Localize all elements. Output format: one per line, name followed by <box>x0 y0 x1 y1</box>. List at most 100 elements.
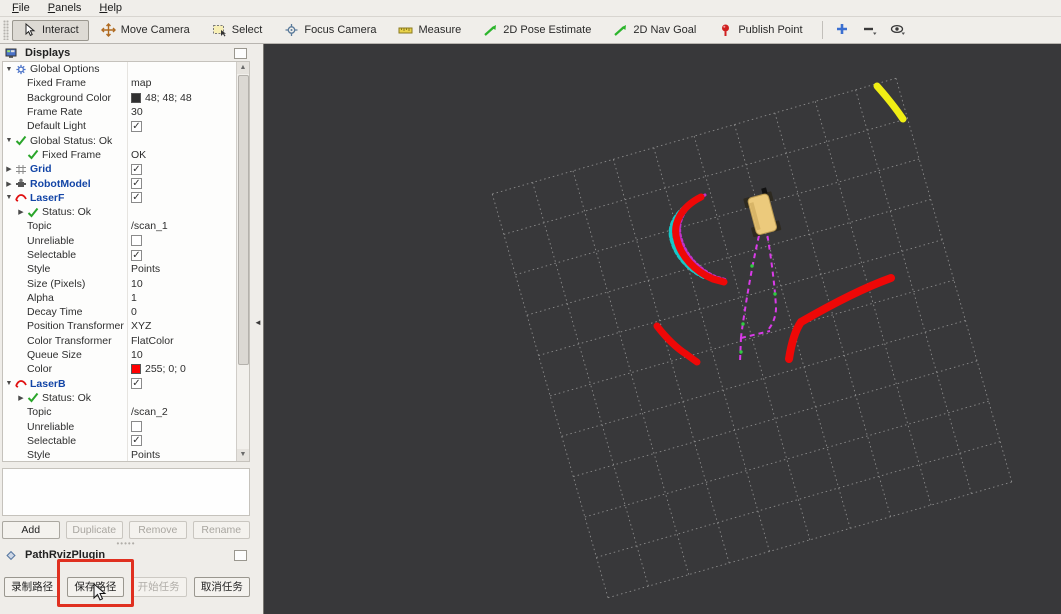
property-value-cell[interactable]: ✓ <box>127 378 249 390</box>
property-value-cell[interactable]: ✓ <box>127 163 249 175</box>
property-value-cell[interactable]: ✓ <box>127 192 249 204</box>
checkbox-unchecked[interactable] <box>131 421 142 433</box>
tree-row[interactable]: Style Points <box>3 448 249 461</box>
tree-row[interactable]: Queue Size 10 <box>3 348 249 362</box>
tree-row[interactable]: Default Light ✓ <box>3 119 249 133</box>
property-value-cell[interactable]: ✓ <box>127 178 249 190</box>
tree-row[interactable]: Color Transformer FlatColor <box>3 334 249 348</box>
tree-row[interactable]: Size (Pixels) 10 <box>3 276 249 290</box>
tree-row[interactable]: Selectable ✓ <box>3 434 249 448</box>
checkbox-checked[interactable]: ✓ <box>131 178 142 190</box>
checkbox-unchecked[interactable] <box>131 235 142 247</box>
expander-closed-icon[interactable]: ▶ <box>3 165 15 173</box>
expander-open-icon[interactable]: ▼ <box>3 380 15 387</box>
toolbar-drag-handle[interactable] <box>3 20 9 40</box>
3d-viewport[interactable] <box>264 44 1061 614</box>
property-value-cell[interactable]: Points <box>127 449 249 461</box>
checkbox-checked[interactable]: ✓ <box>131 249 142 261</box>
tool-button-move-camera[interactable]: Move Camera <box>91 20 200 41</box>
property-value-cell[interactable]: XYZ <box>127 320 249 332</box>
tree-row[interactable]: ▶ Status: Ok <box>3 205 249 219</box>
tree-row[interactable]: ▼ LaserF ✓ <box>3 191 249 205</box>
tree-row[interactable]: ▼ Global Status: Ok <box>3 133 249 147</box>
checkbox-checked[interactable]: ✓ <box>131 163 142 175</box>
tree-row[interactable]: ▼ LaserB ✓ <box>3 377 249 391</box>
tree-scrollbar[interactable]: ▲ ▼ <box>236 62 249 461</box>
panel-float-button[interactable] <box>234 47 247 59</box>
expander-open-icon[interactable]: ▼ <box>3 194 15 201</box>
scrollbar-up-arrow[interactable]: ▲ <box>237 62 249 74</box>
property-value-cell[interactable]: OK <box>127 149 249 161</box>
tree-row[interactable]: Fixed Frame OK <box>3 148 249 162</box>
expander-open-icon[interactable]: ▼ <box>3 66 15 73</box>
scrollbar-down-arrow[interactable]: ▼ <box>237 449 249 461</box>
property-value-cell[interactable]: 255; 0; 0 <box>127 363 249 375</box>
displays-panel-header[interactable]: Displays <box>2 45 250 61</box>
plus-button[interactable] <box>830 20 854 40</box>
menu-item-panels[interactable]: Panels <box>40 1 90 15</box>
splitter-collapse-arrow[interactable]: ◄ <box>254 318 262 327</box>
property-value-cell[interactable]: map <box>127 77 249 89</box>
tree-row[interactable]: Unreliable <box>3 419 249 433</box>
tree-row[interactable]: Color 255; 0; 0 <box>3 362 249 376</box>
tree-row[interactable]: Topic/scan_2 <box>3 405 249 419</box>
record-path-button[interactable]: 录制路径 <box>4 577 61 597</box>
tool-button-focus-camera[interactable]: Focus Camera <box>274 20 386 41</box>
property-value-cell[interactable]: ✓ <box>127 249 249 261</box>
panel-viewport-splitter[interactable]: ◄ <box>252 44 264 614</box>
property-value-cell[interactable]: 0 <box>127 306 249 318</box>
tree-row[interactable]: Style Points <box>3 262 249 276</box>
property-value-cell[interactable]: ✓ <box>127 435 249 447</box>
tree-row[interactable]: ▶ Status: Ok <box>3 391 249 405</box>
tree-row[interactable]: Position Transformer XYZ <box>3 319 249 333</box>
panel-float-button[interactable] <box>234 549 247 561</box>
scrollbar-thumb[interactable] <box>238 75 249 365</box>
tool-button-interact[interactable]: Interact <box>12 19 89 41</box>
tree-row[interactable]: Alpha 1 <box>3 291 249 305</box>
tree-row[interactable]: Topic/scan_1 <box>3 219 249 233</box>
tree-row[interactable]: ▼ Global Options <box>3 62 249 76</box>
expander-open-icon[interactable]: ▼ <box>3 137 15 144</box>
tool-button-publish-point[interactable]: Publish Point <box>708 20 812 41</box>
menu-item-help[interactable]: Help <box>91 1 130 15</box>
tree-row[interactable]: Selectable ✓ <box>3 248 249 262</box>
property-value-cell[interactable]: /scan_2 <box>127 406 249 418</box>
property-tree[interactable]: ▼ Global Options Fixed Frame map Background … <box>2 61 250 462</box>
property-value-cell[interactable]: 1 <box>127 292 249 304</box>
expander-closed-icon[interactable]: ▶ <box>15 208 27 216</box>
color-swatch[interactable] <box>131 364 141 375</box>
cancel-task-button[interactable]: 取消任务 <box>193 577 250 597</box>
tree-row[interactable]: Fixed Frame map <box>3 76 249 90</box>
tree-row[interactable]: Frame Rate 30 <box>3 105 249 119</box>
menu-item-file[interactable]: File <box>4 1 38 15</box>
property-value-cell[interactable] <box>127 421 249 433</box>
checkbox-checked[interactable]: ✓ <box>131 192 142 204</box>
property-value-cell[interactable]: 30 <box>127 106 249 118</box>
property-value-cell[interactable]: ✓ <box>127 120 249 132</box>
minus-button[interactable] <box>858 20 882 40</box>
checkbox-checked[interactable]: ✓ <box>131 120 142 132</box>
checkbox-checked[interactable]: ✓ <box>131 435 142 447</box>
tree-row[interactable]: ▶ RobotModel ✓ <box>3 176 249 190</box>
tree-row[interactable]: ▶ Grid ✓ <box>3 162 249 176</box>
eye-button[interactable] <box>886 20 910 40</box>
add-button[interactable]: Add <box>2 521 60 539</box>
property-value-cell[interactable]: /scan_1 <box>127 220 249 232</box>
save-path-button[interactable]: 保存路径 <box>67 577 124 597</box>
tree-row[interactable]: Decay Time 0 <box>3 305 249 319</box>
checkbox-checked[interactable]: ✓ <box>131 378 142 390</box>
expander-closed-icon[interactable]: ▶ <box>15 394 27 402</box>
property-value-cell[interactable]: 48; 48; 48 <box>127 92 249 104</box>
tool-button-select[interactable]: Select <box>202 20 273 41</box>
property-value-cell[interactable]: FlatColor <box>127 335 249 347</box>
tool-button-measure[interactable]: Measure <box>388 20 471 41</box>
color-swatch[interactable] <box>131 92 141 103</box>
tool-button-2d-nav-goal[interactable]: 2D Nav Goal <box>603 20 706 41</box>
property-value-cell[interactable] <box>127 235 249 247</box>
tree-row[interactable]: Unreliable <box>3 234 249 248</box>
expander-closed-icon[interactable]: ▶ <box>3 180 15 188</box>
property-value-cell[interactable]: 10 <box>127 349 249 361</box>
property-value-cell[interactable]: 10 <box>127 278 249 290</box>
tree-row[interactable]: Background Color 48; 48; 48 <box>3 91 249 105</box>
property-value-cell[interactable]: Points <box>127 263 249 275</box>
